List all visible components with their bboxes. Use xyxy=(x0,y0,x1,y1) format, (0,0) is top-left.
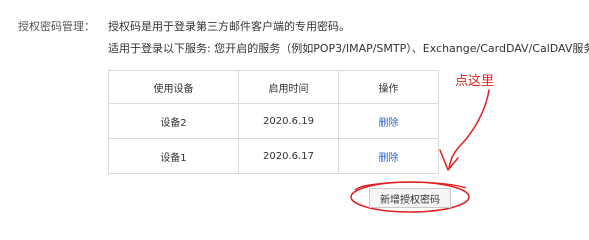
delete-link[interactable]: 删除 xyxy=(379,118,399,129)
device-name: 设备1 xyxy=(108,138,239,174)
add-auth-password-button[interactable]: 新增授权密码 xyxy=(369,188,451,208)
device-table: 使用设备 启用时间 操作 设备2 2020.6.19 删除 设备1 2020.6… xyxy=(108,70,439,174)
delete-link[interactable]: 删除 xyxy=(379,153,399,164)
action-cell: 删除 xyxy=(338,103,439,139)
header-device: 使用设备 xyxy=(108,70,239,104)
annotation-text: 点这里 xyxy=(455,74,495,89)
table-row: 设备2 2020.6.19 删除 xyxy=(108,103,439,139)
description-line-2: 适用于登录以下服务: 您开启的服务（例如POP3/IMAP/SMTP）、Exch… xyxy=(108,42,589,55)
enable-time: 2020.6.19 xyxy=(238,103,339,139)
description-line-1: 授权码是用于登录第三方邮件客户端的专用密码。 xyxy=(108,20,350,33)
annotation-arrow-stroke xyxy=(448,89,490,169)
enable-time: 2020.6.17 xyxy=(238,138,339,174)
section-label: 授权密码管理： xyxy=(18,20,95,33)
action-cell: 删除 xyxy=(338,138,439,174)
device-name: 设备2 xyxy=(108,103,239,139)
table-row: 设备1 2020.6.17 删除 xyxy=(108,138,439,174)
header-action: 操作 xyxy=(338,70,439,104)
table-header-row: 使用设备 启用时间 操作 xyxy=(108,70,439,104)
header-time: 启用时间 xyxy=(238,70,339,104)
annotation-arrowhead xyxy=(439,149,459,171)
